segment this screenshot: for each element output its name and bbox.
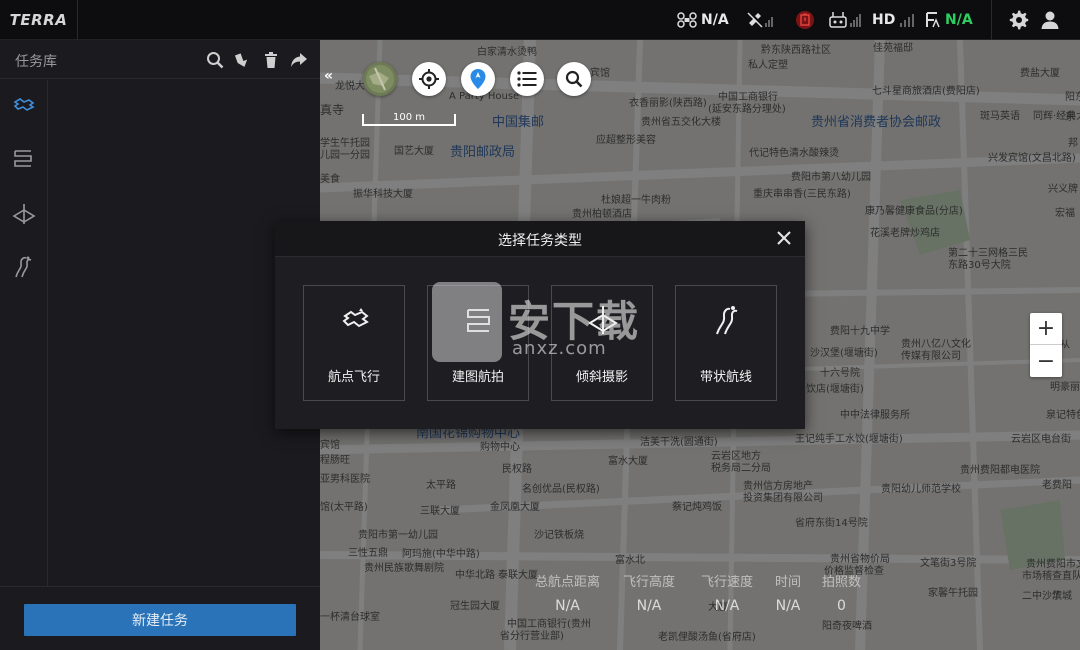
remote-controller-icon (829, 12, 861, 28)
satellite-icon (747, 12, 773, 28)
stat-value: N/A (636, 598, 662, 614)
mission-card-waypoint[interactable]: 航点飞行 (303, 285, 405, 401)
oblique-icon[interactable] (12, 202, 36, 226)
battery-status (794, 0, 816, 40)
locate-button[interactable] (412, 62, 446, 96)
stat-label: 飞行速度 (701, 575, 754, 590)
rtk-status: N/A (925, 0, 973, 40)
watermark-subtext: anxz.com (512, 338, 607, 359)
settings-gear-icon[interactable] (1009, 10, 1029, 30)
stat-altitude: 飞行高度 N/A (623, 571, 675, 614)
crosshair-icon (419, 69, 439, 89)
mission-card-corridor[interactable]: 带状航线 (675, 285, 777, 401)
corridor-icon[interactable] (12, 255, 36, 279)
stat-photo-count: 拍照数 0 (822, 571, 861, 614)
mission-library-sidebar: 任务库 新建任务 (0, 40, 320, 650)
stat-value: N/A (775, 598, 801, 614)
battery-alert-icon (796, 11, 814, 29)
user-account-icon[interactable] (1040, 10, 1060, 30)
brand-logo: TERRA (0, 0, 78, 40)
sidebar-title: 任务库 (15, 54, 57, 70)
waypoint-flight-icon[interactable] (12, 94, 36, 118)
new-task-button[interactable]: 新建任务 (24, 604, 296, 636)
stat-time: 时间 N/A (775, 571, 801, 614)
satellite-layer-icon (366, 65, 394, 93)
hd-label: HD (872, 12, 896, 28)
stat-label: 拍照数 (822, 575, 862, 590)
map-pin-icon (470, 69, 486, 89)
app-window: TERRA N/A HD N/A 任务库 新建任务 « 100 m + − 总航… (0, 0, 1080, 650)
zoom-in-button[interactable]: + (1030, 313, 1062, 345)
top-bar: TERRA N/A HD N/A (0, 0, 1080, 40)
rtk-icon (926, 12, 940, 28)
mapping-icon[interactable] (12, 147, 36, 171)
stat-value: 0 (837, 598, 846, 614)
aircraft-status: N/A (677, 0, 729, 40)
stat-label: 飞行高度 (623, 575, 676, 590)
rtk-status-text: N/A (945, 12, 973, 28)
stat-label: 时间 (775, 575, 802, 590)
dialog-header: 选择任务类型 (275, 221, 805, 257)
map-scale-text: 100 m (393, 112, 426, 123)
aircraft-status-text: N/A (701, 12, 729, 28)
sidebar-footer: 新建任务 (0, 586, 320, 650)
stat-value: N/A (555, 598, 580, 614)
search-icon[interactable] (206, 51, 224, 69)
layer-list-button[interactable] (510, 62, 544, 96)
zoom-control: + − (1030, 313, 1062, 377)
waypoint-flight-icon (342, 308, 369, 328)
remote-controller-status (829, 0, 865, 40)
mission-type-rail (0, 80, 48, 586)
mission-card-label: 建图航拍 (451, 370, 504, 385)
stat-speed: 飞行速度 N/A (701, 571, 753, 614)
topbar-divider (991, 0, 992, 40)
drone-icon (677, 12, 697, 28)
sidebar-header: 任务库 (0, 40, 320, 79)
share-icon[interactable] (290, 51, 308, 69)
stat-value: N/A (714, 598, 740, 614)
gps-status (746, 0, 776, 40)
map-search-button[interactable] (557, 62, 591, 96)
corridor-icon (716, 306, 738, 335)
list-icon (517, 71, 537, 87)
zoom-out-button[interactable]: − (1030, 345, 1062, 377)
search-icon (565, 70, 583, 88)
import-icon[interactable] (234, 51, 252, 69)
watermark: 安下载 anxz.com (432, 282, 652, 362)
location-pin-button[interactable] (461, 62, 495, 96)
delete-icon[interactable] (262, 51, 280, 69)
close-icon[interactable] (777, 231, 791, 245)
hd-link-status: HD (872, 0, 915, 40)
signal-bars-icon (900, 14, 915, 27)
mission-card-label: 带状航线 (699, 370, 752, 385)
watermark-badge (432, 282, 502, 362)
stat-label: 总航点距离 (535, 575, 601, 590)
dialog-title: 选择任务类型 (498, 233, 582, 249)
mission-card-label: 倾斜摄影 (575, 370, 628, 385)
map-layer-button[interactable] (363, 62, 397, 96)
stat-total-distance: 总航点距离 N/A (535, 571, 600, 614)
collapse-sidebar-icon[interactable]: « (324, 68, 338, 86)
mission-card-label: 航点飞行 (327, 370, 380, 385)
